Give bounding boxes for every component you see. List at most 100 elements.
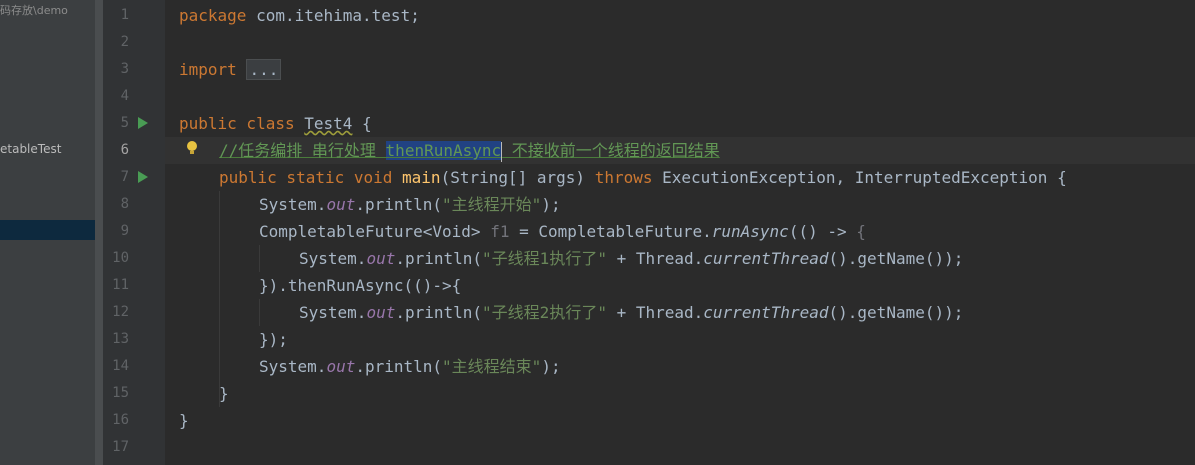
code: } bbox=[219, 384, 229, 403]
class-name: Test4 bbox=[304, 114, 353, 133]
gutter-line: 11 bbox=[103, 272, 177, 299]
intention-bulb-icon[interactable] bbox=[187, 141, 197, 155]
line-number: 12 bbox=[112, 304, 129, 320]
code: ); bbox=[541, 195, 561, 214]
gutter-line: 3 bbox=[103, 56, 177, 83]
string-literal: "子线程1执行了" bbox=[482, 249, 607, 268]
code-line-12[interactable]: }).thenRunAsync(()->{ bbox=[259, 272, 461, 299]
gutter-line: 10 bbox=[103, 245, 165, 272]
gutter-line: 6 bbox=[103, 137, 165, 164]
line-number: 17 bbox=[112, 439, 129, 455]
ide-window: 码存放\demo etableTest 1 2 3 4 5 6 7 8 9 10… bbox=[0, 0, 1195, 465]
code: System. bbox=[259, 357, 327, 376]
gutter-line: 8 bbox=[103, 191, 165, 218]
gutter-line: 13 bbox=[103, 326, 177, 353]
line-number: 18 bbox=[103, 461, 129, 465]
code: = CompletableFuture. bbox=[509, 222, 712, 241]
code: ); bbox=[541, 357, 561, 376]
gutter-line: 15 bbox=[103, 380, 177, 407]
code-line-13[interactable]: System.out.println("子线程2执行了" + Thread.cu… bbox=[299, 299, 963, 326]
gutter-line: 16 bbox=[103, 407, 165, 434]
gutter-line: 12 bbox=[103, 299, 165, 326]
string-literal: "主线程结束" bbox=[442, 357, 542, 376]
code: + Thread. bbox=[606, 303, 704, 322]
code: } bbox=[179, 411, 189, 430]
code-line-15[interactable]: System.out.println("主线程结束"); bbox=[259, 353, 561, 380]
code-line-3[interactable]: import ... bbox=[179, 56, 282, 83]
package-name: com.itehima.test; bbox=[246, 6, 420, 25]
line-number: 6 bbox=[120, 142, 129, 158]
line-number: 7 bbox=[120, 169, 129, 185]
keyword: package bbox=[179, 6, 247, 25]
keyword: public class bbox=[179, 114, 305, 133]
indent-guide bbox=[259, 245, 260, 272]
comment-highlight: thenRunAsync bbox=[385, 141, 502, 160]
gutter-line: 2 bbox=[103, 29, 165, 56]
code: (() -> bbox=[788, 222, 857, 241]
run-class-icon[interactable] bbox=[138, 117, 148, 129]
code: System. bbox=[259, 195, 327, 214]
static-method: currentThread bbox=[703, 303, 829, 322]
code-line-17[interactable]: } bbox=[179, 407, 189, 434]
keyword: public static void bbox=[219, 168, 403, 187]
line-number: 11 bbox=[112, 277, 129, 293]
code-line-10[interactable]: CompletableFuture<Void> f1 = Completable… bbox=[259, 218, 866, 245]
code-line-7[interactable]: //任务编排 串行处理 thenRunAsync 不接收前一个线程的返回结果 bbox=[219, 137, 720, 164]
gutter-line: 17 bbox=[103, 434, 165, 461]
line-number: 14 bbox=[112, 358, 129, 374]
project-panel: 码存放\demo etableTest bbox=[0, 0, 95, 465]
keyword: throws bbox=[594, 168, 653, 187]
line-number: 9 bbox=[120, 223, 129, 239]
unused-variable: f1 bbox=[490, 222, 510, 241]
gutter-line: 14 bbox=[103, 353, 165, 380]
code-editor[interactable]: package com.itehima.test; import ... pub… bbox=[165, 0, 1195, 465]
brace: { bbox=[352, 114, 372, 133]
indent-guide bbox=[259, 299, 260, 326]
field: out bbox=[326, 195, 356, 214]
code: System. bbox=[299, 249, 367, 268]
code: }).thenRunAsync(()->{ bbox=[259, 276, 462, 295]
code: .println( bbox=[395, 303, 483, 322]
field: out bbox=[326, 357, 356, 376]
field: out bbox=[366, 249, 396, 268]
static-method: runAsync bbox=[711, 222, 789, 241]
project-panel-scrollbar[interactable] bbox=[95, 0, 103, 465]
code-line-9[interactable]: System.out.println("主线程开始"); bbox=[259, 191, 561, 218]
line-number: 2 bbox=[120, 34, 129, 50]
comment: //任务编排 串行处理 bbox=[219, 141, 386, 160]
line-number: 5 bbox=[120, 115, 129, 131]
run-method-icon[interactable] bbox=[138, 171, 148, 183]
code-line-14[interactable]: }); bbox=[259, 326, 288, 353]
code-line-1[interactable]: package com.itehima.test; bbox=[179, 2, 420, 29]
code-line-8[interactable]: public static void main(String[] args) t… bbox=[219, 164, 1067, 191]
code-line-6[interactable]: public class Test4 { bbox=[179, 110, 372, 137]
line-number: 8 bbox=[120, 196, 129, 212]
code: CompletableFuture<Void> bbox=[259, 222, 491, 241]
line-number: 13 bbox=[112, 331, 129, 347]
static-method: currentThread bbox=[703, 249, 829, 268]
line-number: 4 bbox=[120, 88, 129, 104]
editor-gutter: 1 2 3 4 5 6 7 8 9 10 11 12 13 14 15 16 1… bbox=[103, 0, 177, 465]
exceptions: ExecutionException, InterruptedException… bbox=[652, 168, 1067, 187]
code-line-16[interactable]: } bbox=[219, 380, 229, 407]
line-number: 3 bbox=[120, 61, 129, 77]
line-number: 15 bbox=[112, 385, 129, 401]
gutter-line: 9 bbox=[103, 218, 177, 245]
code: + Thread. bbox=[606, 249, 704, 268]
gutter-line: 1 bbox=[103, 2, 165, 29]
folded-imports[interactable]: ... bbox=[246, 59, 282, 80]
field: out bbox=[366, 303, 396, 322]
method-name: main bbox=[402, 168, 441, 187]
code: .println( bbox=[395, 249, 483, 268]
keyword: import bbox=[179, 60, 237, 79]
code: ().getName()); bbox=[828, 249, 964, 268]
gutter-line: 5 bbox=[103, 110, 165, 137]
code-line-11[interactable]: System.out.println("子线程1执行了" + Thread.cu… bbox=[299, 245, 963, 272]
line-number: 16 bbox=[112, 412, 129, 428]
project-path-label[interactable]: 码存放\demo bbox=[0, 2, 68, 18]
comment: 不接收前一个线程的返回结果 bbox=[502, 141, 720, 160]
project-selected-row[interactable] bbox=[0, 220, 95, 240]
project-class-item[interactable]: etableTest bbox=[0, 142, 61, 156]
code: System. bbox=[299, 303, 367, 322]
